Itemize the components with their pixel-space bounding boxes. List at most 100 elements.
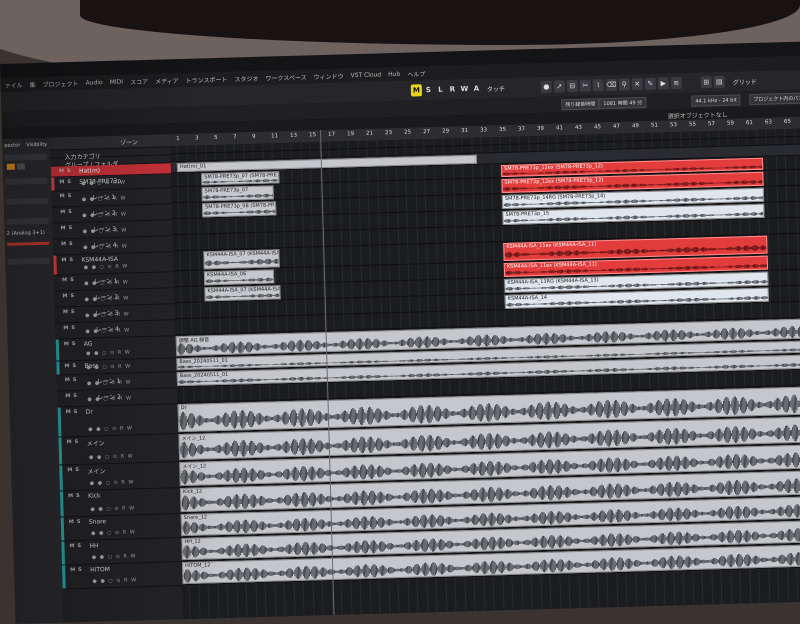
menu-workspace[interactable]: ワークスペース (265, 72, 306, 82)
menu-studio[interactable]: スタジオ (234, 73, 258, 83)
mute-button[interactable]: M (68, 493, 73, 499)
read-mode-button[interactable]: R (447, 83, 458, 95)
track-controls[interactable]: ● ● ○ ⊙ R W (91, 529, 136, 536)
mute-button[interactable]: M (67, 439, 72, 445)
mute-button[interactable]: M (60, 209, 65, 215)
write-mode-button[interactable]: W (459, 83, 470, 95)
solo-button[interactable]: S (67, 168, 71, 174)
menu-transport[interactable]: トランスポート (185, 74, 228, 84)
track-controls[interactable]: ● ● ○ ⊙ R W (83, 228, 128, 235)
menu-audio[interactable]: Audio (86, 79, 103, 86)
solo-button[interactable]: S (68, 209, 72, 215)
glue-tool-icon[interactable]: ⌇ (592, 79, 604, 92)
track-controls[interactable]: ● ● ○ ⊙ R W (90, 505, 135, 512)
track-name[interactable]: Snare (89, 518, 107, 525)
project-panner-display[interactable]: プロジェクト内のパンナー (749, 92, 800, 106)
write-icon[interactable] (16, 163, 25, 170)
track-name[interactable]: Dr (86, 409, 93, 416)
track-controls[interactable]: ● ● ○ ⊙ R W (86, 349, 131, 356)
mute-button[interactable]: M (69, 543, 74, 549)
solo-button[interactable]: S (77, 519, 81, 525)
solo-button[interactable]: S (71, 309, 75, 315)
mute-button[interactable]: M (64, 363, 69, 369)
mute-mode-button[interactable]: M (410, 84, 423, 97)
mute-button[interactable]: M (62, 293, 67, 299)
track-name[interactable]: HiTOM (90, 566, 110, 574)
tab-visibility[interactable]: Visibility (24, 142, 49, 151)
mute-button[interactable]: M (70, 567, 75, 573)
track-controls[interactable]: ● ● ○ ⊙ R W (92, 577, 137, 584)
mute-button[interactable]: M (59, 179, 64, 185)
mute-button[interactable]: M (61, 241, 66, 247)
track-controls[interactable]: ● ● ○ ⊙ R W (85, 327, 130, 334)
solo-button[interactable]: S (75, 467, 79, 473)
track-name[interactable]: Kick (88, 492, 101, 499)
automation-mode-button[interactable]: A (471, 83, 482, 95)
track-row[interactable]: M S Dr ● ● ○ ⊙ R W (57, 404, 179, 438)
menu-file[interactable]: ァイル (4, 80, 23, 90)
track-name[interactable]: HH (89, 542, 98, 549)
solo-mode-button[interactable]: S (423, 84, 434, 96)
menu-midi[interactable]: MIDI (110, 78, 124, 85)
audio-event[interactable]: KSM44A-ISA_06 (203, 269, 275, 286)
track-controls[interactable]: ● ● ○ ⊙ R W (85, 295, 130, 302)
track-row[interactable]: M S HH ● ● ○ ⊙ R W (61, 538, 182, 566)
mute-button[interactable]: M (59, 168, 64, 174)
solo-button[interactable]: S (73, 393, 77, 399)
solo-button[interactable]: S (69, 257, 73, 263)
inspector-section[interactable] (7, 257, 50, 265)
listen-mode-button[interactable]: L (435, 84, 446, 96)
track-controls[interactable]: ● ● ○ ⊙ R W (84, 279, 129, 286)
tab-inspector[interactable]: pector (2, 142, 22, 151)
track-controls[interactable]: ● ● ○ ⊙ R W (89, 453, 134, 460)
zoom-tool-icon[interactable]: ⚲ (618, 78, 630, 91)
split-tool-icon[interactable]: ✂ (579, 79, 591, 92)
menu-help[interactable]: ヘルプ (407, 69, 425, 79)
solo-button[interactable]: S (73, 377, 77, 383)
mute-button[interactable]: M (69, 519, 74, 525)
routing-label[interactable]: 2 (Analog 3+1) (7, 230, 45, 237)
solo-button[interactable]: S (69, 225, 73, 231)
menu-project[interactable]: プロジェクト (42, 78, 79, 88)
audio-event[interactable]: KSM44A-ISA_07 (KSM44A-ISA_07ex) (203, 249, 280, 270)
snap-icon[interactable]: ⊞ (700, 76, 712, 89)
grid-toggle-icon[interactable]: ▤ (713, 75, 725, 89)
solo-button[interactable]: S (77, 543, 81, 549)
track-row[interactable]: M S メイン ● ● ○ ⊙ R W (59, 462, 180, 492)
mute-tool-icon[interactable]: ✕ (631, 78, 643, 91)
track-row[interactable]: M S メイン ● ● ○ ⊙ R W (58, 434, 180, 466)
menu-window[interactable]: ウィンドウ (313, 71, 343, 81)
track-controls[interactable]: ● ● ○ ⊙ R W (85, 311, 130, 318)
menu-vst-cloud[interactable]: VST Cloud (350, 71, 381, 79)
automation-touch-select[interactable]: タッチ (487, 84, 505, 94)
inspector-section[interactable] (5, 197, 48, 205)
record-icon[interactable]: ● (540, 80, 553, 93)
audio-event[interactable]: SM78-PRE73p_08 (SM78-PRE73p_08) (201, 201, 277, 218)
mute-button[interactable]: M (60, 193, 65, 199)
range-tool-icon[interactable]: ⊟ (566, 79, 579, 93)
pointer-tool-icon[interactable]: ➚ (553, 80, 566, 93)
track-controls[interactable]: ● ● ○ ⊙ R W (82, 196, 127, 203)
track-row[interactable]: M S Snare ● ● ○ ⊙ R W (60, 514, 182, 542)
mute-button[interactable]: M (61, 257, 66, 263)
solo-button[interactable]: S (68, 193, 72, 199)
mute-button[interactable]: M (62, 277, 67, 283)
solo-button[interactable]: S (69, 241, 73, 247)
track-controls[interactable]: ● ● ○ ⊙ R W (83, 244, 128, 251)
audio-event[interactable]: SM78-PRE73p_07 (201, 185, 274, 202)
solo-button[interactable]: S (71, 325, 75, 331)
track-controls[interactable]: ● ● ○ ⊙ R W (87, 379, 132, 386)
solo-button[interactable]: S (67, 179, 71, 185)
mute-button[interactable]: M (63, 325, 68, 331)
inspector-section-header[interactable] (4, 153, 47, 161)
menu-media[interactable]: メディア (155, 76, 179, 86)
play-tool-icon[interactable]: ▶ (657, 77, 669, 90)
track-name[interactable]: メイン (87, 466, 105, 476)
solo-button[interactable]: S (72, 363, 76, 369)
erase-tool-icon[interactable]: ⌫ (605, 78, 617, 92)
track-name[interactable]: メイン (86, 438, 105, 448)
solo-button[interactable]: S (75, 439, 79, 445)
track-controls[interactable]: ● ● ○ ⊙ R W (86, 363, 131, 370)
draw-tool-icon[interactable]: ✎ (644, 77, 656, 91)
comp-tool-icon[interactable]: ≋ (670, 76, 682, 90)
